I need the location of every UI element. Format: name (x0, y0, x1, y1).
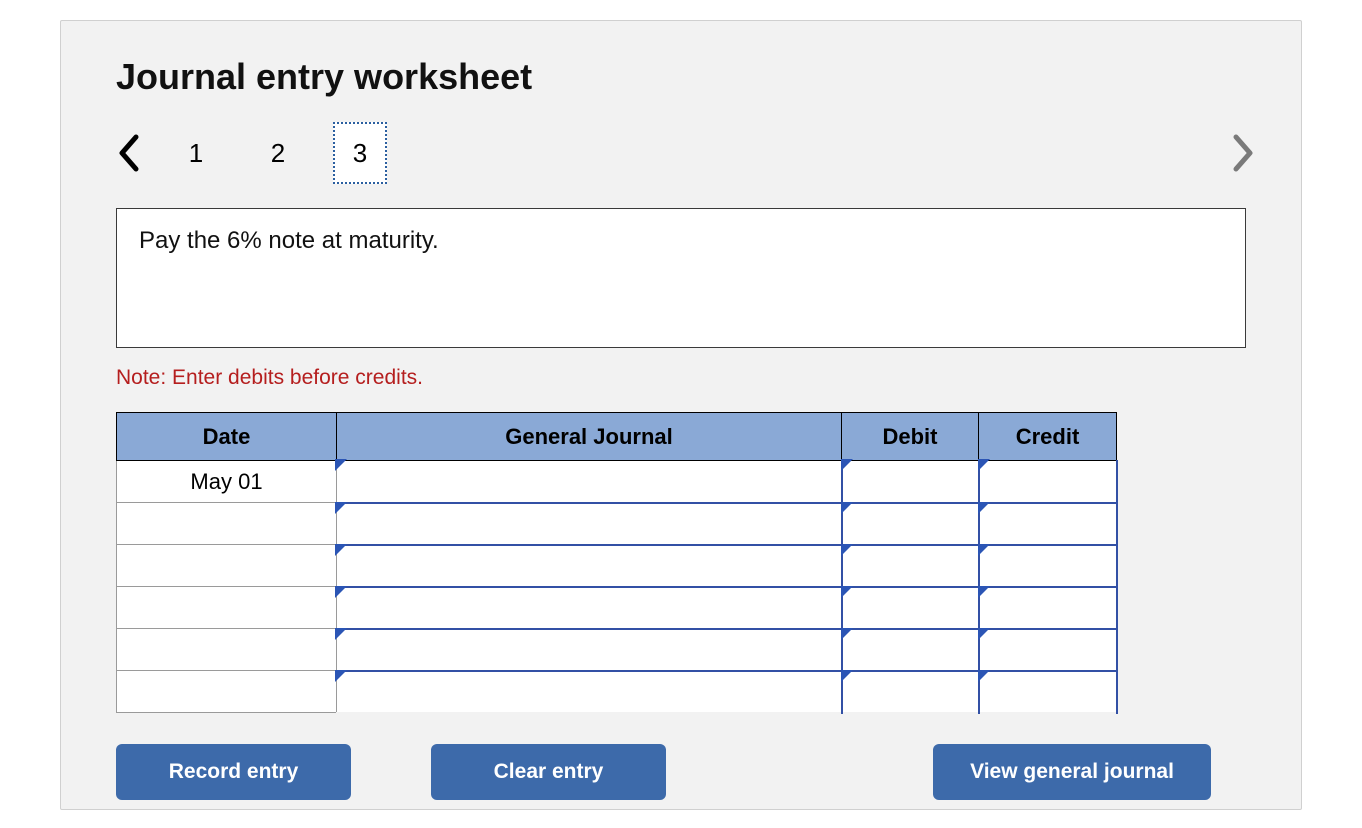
date-cell[interactable] (117, 587, 337, 629)
clear-entry-button[interactable]: Clear entry (431, 744, 666, 800)
table-row (117, 545, 1117, 587)
col-header-credit: Credit (979, 413, 1117, 461)
debit-cell[interactable] (842, 545, 979, 587)
general-journal-cell-input[interactable] (337, 672, 841, 712)
debit-cell[interactable] (842, 587, 979, 629)
debit-cell-input[interactable] (843, 672, 978, 712)
date-cell[interactable] (117, 629, 337, 671)
general-journal-cell[interactable] (337, 461, 842, 503)
general-journal-cell[interactable] (337, 587, 842, 629)
general-journal-cell-input[interactable] (337, 461, 841, 502)
date-cell[interactable] (117, 671, 337, 713)
date-cell[interactable]: May 01 (117, 461, 337, 503)
table-row (117, 503, 1117, 545)
general-journal-cell[interactable] (337, 629, 842, 671)
worksheet-panel: Journal entry worksheet 1 2 3 Pay the 6%… (60, 20, 1302, 810)
general-journal-cell-input[interactable] (337, 588, 841, 628)
debit-cell-input[interactable] (843, 588, 978, 628)
chevron-right-icon[interactable] (1228, 133, 1256, 173)
debit-cell-input[interactable] (843, 546, 978, 586)
general-journal-cell-input[interactable] (337, 504, 841, 544)
general-journal-cell[interactable] (337, 671, 842, 713)
debit-cell-input[interactable] (843, 504, 978, 544)
credit-cell[interactable] (979, 671, 1117, 713)
date-cell[interactable] (117, 545, 337, 587)
credit-cell-input[interactable] (980, 461, 1116, 502)
credit-cell[interactable] (979, 461, 1117, 503)
credit-cell-input[interactable] (980, 630, 1116, 670)
credit-cell[interactable] (979, 545, 1117, 587)
table-row (117, 671, 1117, 713)
date-value: May 01 (117, 469, 336, 495)
col-header-gj: General Journal (337, 413, 842, 461)
page-num-2[interactable]: 2 (251, 122, 305, 184)
credit-cell-input[interactable] (980, 588, 1116, 628)
record-entry-button[interactable]: Record entry (116, 744, 351, 800)
journal-tbody: May 01 (117, 461, 1117, 713)
credit-cell[interactable] (979, 503, 1117, 545)
credit-cell-input[interactable] (980, 672, 1116, 712)
page-title: Journal entry worksheet (116, 56, 1246, 98)
page-num-1[interactable]: 1 (169, 122, 223, 184)
col-header-debit: Debit (842, 413, 979, 461)
general-journal-cell-input[interactable] (337, 630, 841, 670)
note-text: Note: Enter debits before credits. (116, 366, 1246, 390)
table-row (117, 629, 1117, 671)
journal-table: Date General Journal Debit Credit May 01 (116, 412, 1118, 714)
credit-cell-input[interactable] (980, 504, 1116, 544)
general-journal-cell[interactable] (337, 503, 842, 545)
button-row: Record entry Clear entry View general jo… (116, 744, 1211, 800)
date-cell[interactable] (117, 503, 337, 545)
debit-cell[interactable] (842, 671, 979, 713)
view-general-journal-button[interactable]: View general journal (933, 744, 1211, 800)
table-row: May 01 (117, 461, 1117, 503)
pager: 1 2 3 (116, 123, 1246, 183)
col-header-date: Date (117, 413, 337, 461)
credit-cell[interactable] (979, 587, 1117, 629)
pager-numbers: 1 2 3 (169, 122, 415, 184)
general-journal-cell[interactable] (337, 545, 842, 587)
credit-cell-input[interactable] (980, 546, 1116, 586)
table-row (117, 587, 1117, 629)
debit-cell[interactable] (842, 461, 979, 503)
debit-cell-input[interactable] (843, 630, 978, 670)
debit-cell[interactable] (842, 503, 979, 545)
credit-cell[interactable] (979, 629, 1117, 671)
debit-cell[interactable] (842, 629, 979, 671)
chevron-left-icon[interactable] (116, 133, 144, 173)
page-num-3[interactable]: 3 (333, 122, 387, 184)
transaction-description: Pay the 6% note at maturity. (116, 208, 1246, 348)
debit-cell-input[interactable] (843, 461, 978, 502)
general-journal-cell-input[interactable] (337, 546, 841, 586)
